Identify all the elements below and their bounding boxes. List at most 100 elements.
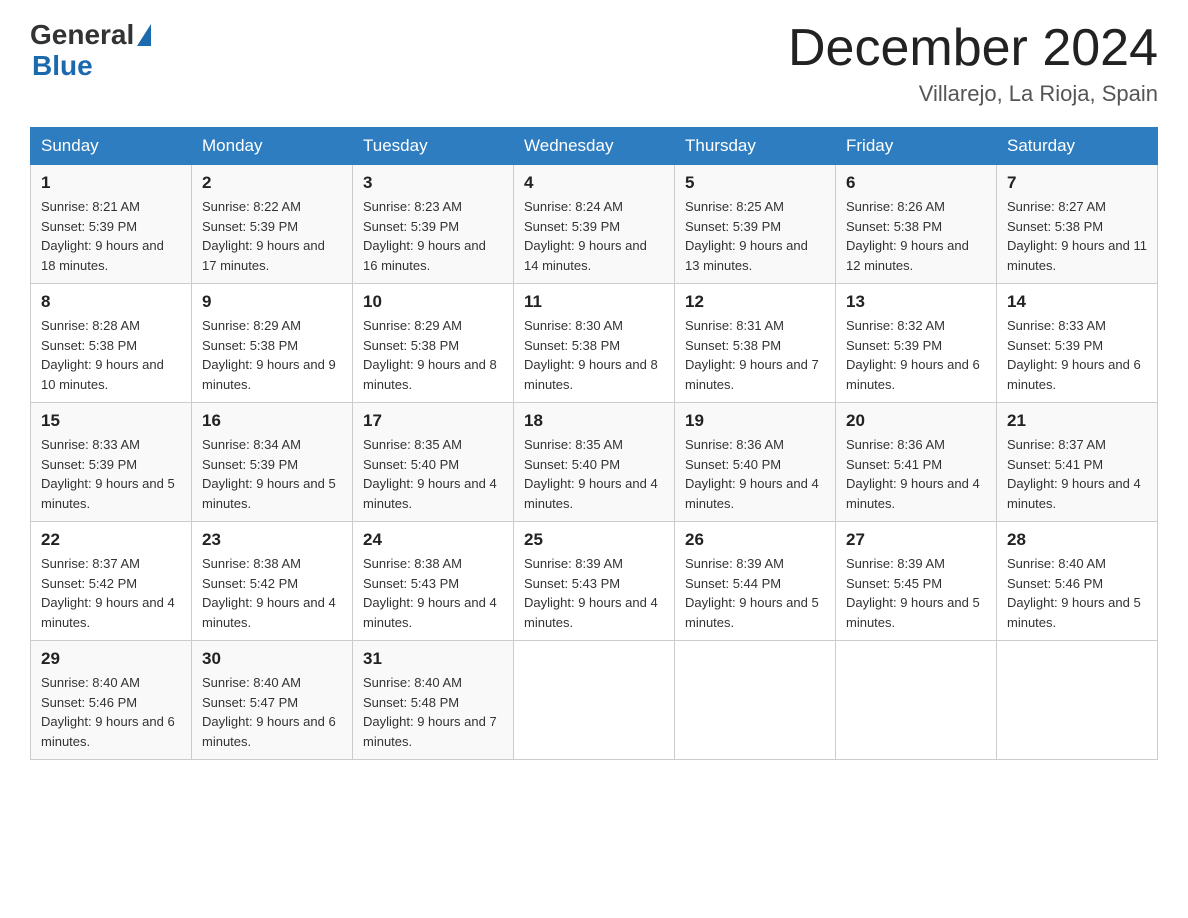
- day-number: 18: [524, 411, 664, 431]
- day-number: 24: [363, 530, 503, 550]
- table-row: 9 Sunrise: 8:29 AMSunset: 5:38 PMDayligh…: [192, 284, 353, 403]
- day-info: Sunrise: 8:31 AMSunset: 5:38 PMDaylight:…: [685, 318, 819, 392]
- day-info: Sunrise: 8:35 AMSunset: 5:40 PMDaylight:…: [524, 437, 658, 511]
- table-row: 1 Sunrise: 8:21 AMSunset: 5:39 PMDayligh…: [31, 165, 192, 284]
- table-row: 23 Sunrise: 8:38 AMSunset: 5:42 PMDaylig…: [192, 522, 353, 641]
- table-row: 2 Sunrise: 8:22 AMSunset: 5:39 PMDayligh…: [192, 165, 353, 284]
- day-number: 2: [202, 173, 342, 193]
- title-block: December 2024 Villarejo, La Rioja, Spain: [788, 20, 1158, 107]
- day-info: Sunrise: 8:30 AMSunset: 5:38 PMDaylight:…: [524, 318, 658, 392]
- day-number: 27: [846, 530, 986, 550]
- col-sunday: Sunday: [31, 128, 192, 165]
- table-row: 31 Sunrise: 8:40 AMSunset: 5:48 PMDaylig…: [353, 641, 514, 760]
- day-number: 28: [1007, 530, 1147, 550]
- table-row: 30 Sunrise: 8:40 AMSunset: 5:47 PMDaylig…: [192, 641, 353, 760]
- logo-general-text: General: [30, 20, 134, 51]
- page-header: General Blue December 2024 Villarejo, La…: [30, 20, 1158, 107]
- day-info: Sunrise: 8:35 AMSunset: 5:40 PMDaylight:…: [363, 437, 497, 511]
- day-number: 1: [41, 173, 181, 193]
- day-number: 31: [363, 649, 503, 669]
- calendar-week-row: 8 Sunrise: 8:28 AMSunset: 5:38 PMDayligh…: [31, 284, 1158, 403]
- day-number: 29: [41, 649, 181, 669]
- day-number: 14: [1007, 292, 1147, 312]
- table-row: 3 Sunrise: 8:23 AMSunset: 5:39 PMDayligh…: [353, 165, 514, 284]
- table-row: 7 Sunrise: 8:27 AMSunset: 5:38 PMDayligh…: [997, 165, 1158, 284]
- day-info: Sunrise: 8:27 AMSunset: 5:38 PMDaylight:…: [1007, 199, 1147, 273]
- day-info: Sunrise: 8:29 AMSunset: 5:38 PMDaylight:…: [363, 318, 497, 392]
- day-info: Sunrise: 8:39 AMSunset: 5:44 PMDaylight:…: [685, 556, 819, 630]
- table-row: [836, 641, 997, 760]
- day-number: 15: [41, 411, 181, 431]
- table-row: 15 Sunrise: 8:33 AMSunset: 5:39 PMDaylig…: [31, 403, 192, 522]
- table-row: 21 Sunrise: 8:37 AMSunset: 5:41 PMDaylig…: [997, 403, 1158, 522]
- day-number: 10: [363, 292, 503, 312]
- location-subtitle: Villarejo, La Rioja, Spain: [788, 81, 1158, 107]
- table-row: 13 Sunrise: 8:32 AMSunset: 5:39 PMDaylig…: [836, 284, 997, 403]
- day-info: Sunrise: 8:40 AMSunset: 5:47 PMDaylight:…: [202, 675, 336, 749]
- table-row: 12 Sunrise: 8:31 AMSunset: 5:38 PMDaylig…: [675, 284, 836, 403]
- table-row: 22 Sunrise: 8:37 AMSunset: 5:42 PMDaylig…: [31, 522, 192, 641]
- table-row: 16 Sunrise: 8:34 AMSunset: 5:39 PMDaylig…: [192, 403, 353, 522]
- day-number: 12: [685, 292, 825, 312]
- day-number: 30: [202, 649, 342, 669]
- logo-triangle-icon: [137, 24, 151, 46]
- table-row: [514, 641, 675, 760]
- table-row: 28 Sunrise: 8:40 AMSunset: 5:46 PMDaylig…: [997, 522, 1158, 641]
- day-info: Sunrise: 8:38 AMSunset: 5:43 PMDaylight:…: [363, 556, 497, 630]
- day-info: Sunrise: 8:40 AMSunset: 5:48 PMDaylight:…: [363, 675, 497, 749]
- table-row: 8 Sunrise: 8:28 AMSunset: 5:38 PMDayligh…: [31, 284, 192, 403]
- calendar-header-row: Sunday Monday Tuesday Wednesday Thursday…: [31, 128, 1158, 165]
- table-row: [675, 641, 836, 760]
- table-row: 27 Sunrise: 8:39 AMSunset: 5:45 PMDaylig…: [836, 522, 997, 641]
- calendar-week-row: 29 Sunrise: 8:40 AMSunset: 5:46 PMDaylig…: [31, 641, 1158, 760]
- day-number: 6: [846, 173, 986, 193]
- month-year-title: December 2024: [788, 20, 1158, 77]
- day-number: 25: [524, 530, 664, 550]
- table-row: 14 Sunrise: 8:33 AMSunset: 5:39 PMDaylig…: [997, 284, 1158, 403]
- day-info: Sunrise: 8:36 AMSunset: 5:40 PMDaylight:…: [685, 437, 819, 511]
- day-number: 3: [363, 173, 503, 193]
- col-saturday: Saturday: [997, 128, 1158, 165]
- day-number: 4: [524, 173, 664, 193]
- table-row: 25 Sunrise: 8:39 AMSunset: 5:43 PMDaylig…: [514, 522, 675, 641]
- day-number: 23: [202, 530, 342, 550]
- calendar-week-row: 15 Sunrise: 8:33 AMSunset: 5:39 PMDaylig…: [31, 403, 1158, 522]
- table-row: 29 Sunrise: 8:40 AMSunset: 5:46 PMDaylig…: [31, 641, 192, 760]
- day-number: 20: [846, 411, 986, 431]
- col-tuesday: Tuesday: [353, 128, 514, 165]
- day-number: 26: [685, 530, 825, 550]
- day-info: Sunrise: 8:39 AMSunset: 5:45 PMDaylight:…: [846, 556, 980, 630]
- col-wednesday: Wednesday: [514, 128, 675, 165]
- calendar-week-row: 1 Sunrise: 8:21 AMSunset: 5:39 PMDayligh…: [31, 165, 1158, 284]
- col-friday: Friday: [836, 128, 997, 165]
- day-info: Sunrise: 8:23 AMSunset: 5:39 PMDaylight:…: [363, 199, 486, 273]
- day-number: 19: [685, 411, 825, 431]
- day-info: Sunrise: 8:40 AMSunset: 5:46 PMDaylight:…: [1007, 556, 1141, 630]
- table-row: 10 Sunrise: 8:29 AMSunset: 5:38 PMDaylig…: [353, 284, 514, 403]
- day-info: Sunrise: 8:26 AMSunset: 5:38 PMDaylight:…: [846, 199, 969, 273]
- day-info: Sunrise: 8:37 AMSunset: 5:41 PMDaylight:…: [1007, 437, 1141, 511]
- day-number: 21: [1007, 411, 1147, 431]
- day-info: Sunrise: 8:33 AMSunset: 5:39 PMDaylight:…: [1007, 318, 1141, 392]
- table-row: 11 Sunrise: 8:30 AMSunset: 5:38 PMDaylig…: [514, 284, 675, 403]
- table-row: 17 Sunrise: 8:35 AMSunset: 5:40 PMDaylig…: [353, 403, 514, 522]
- day-info: Sunrise: 8:38 AMSunset: 5:42 PMDaylight:…: [202, 556, 336, 630]
- day-info: Sunrise: 8:25 AMSunset: 5:39 PMDaylight:…: [685, 199, 808, 273]
- day-number: 7: [1007, 173, 1147, 193]
- day-info: Sunrise: 8:40 AMSunset: 5:46 PMDaylight:…: [41, 675, 175, 749]
- day-number: 22: [41, 530, 181, 550]
- day-info: Sunrise: 8:21 AMSunset: 5:39 PMDaylight:…: [41, 199, 164, 273]
- table-row: 19 Sunrise: 8:36 AMSunset: 5:40 PMDaylig…: [675, 403, 836, 522]
- day-info: Sunrise: 8:39 AMSunset: 5:43 PMDaylight:…: [524, 556, 658, 630]
- day-number: 5: [685, 173, 825, 193]
- calendar-week-row: 22 Sunrise: 8:37 AMSunset: 5:42 PMDaylig…: [31, 522, 1158, 641]
- day-number: 16: [202, 411, 342, 431]
- table-row: 5 Sunrise: 8:25 AMSunset: 5:39 PMDayligh…: [675, 165, 836, 284]
- day-number: 17: [363, 411, 503, 431]
- day-info: Sunrise: 8:37 AMSunset: 5:42 PMDaylight:…: [41, 556, 175, 630]
- table-row: 6 Sunrise: 8:26 AMSunset: 5:38 PMDayligh…: [836, 165, 997, 284]
- table-row: 26 Sunrise: 8:39 AMSunset: 5:44 PMDaylig…: [675, 522, 836, 641]
- day-info: Sunrise: 8:36 AMSunset: 5:41 PMDaylight:…: [846, 437, 980, 511]
- col-thursday: Thursday: [675, 128, 836, 165]
- table-row: [997, 641, 1158, 760]
